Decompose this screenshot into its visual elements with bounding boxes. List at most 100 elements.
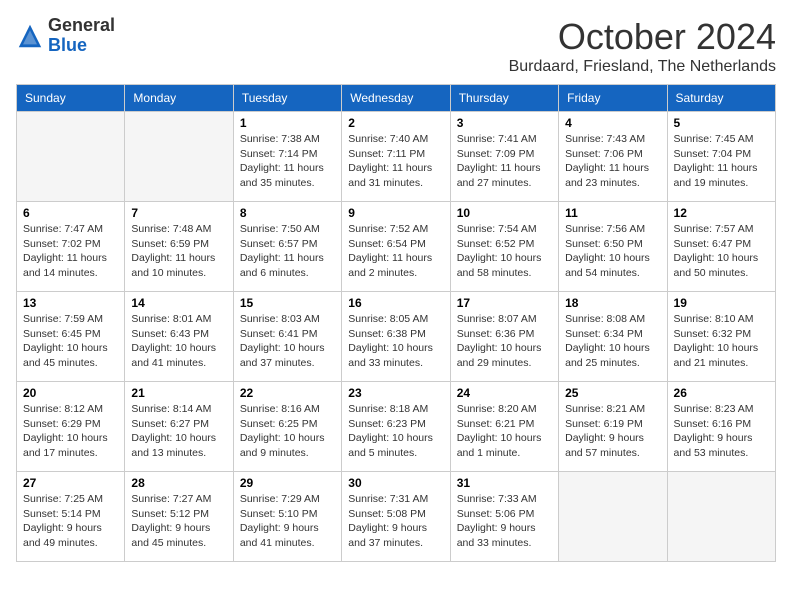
weekday-header: Thursday	[450, 85, 558, 112]
weekday-header: Wednesday	[342, 85, 450, 112]
day-info: Sunrise: 8:10 AMSunset: 6:32 PMDaylight:…	[674, 312, 769, 371]
weekday-header-row: SundayMondayTuesdayWednesdayThursdayFrid…	[17, 85, 776, 112]
calendar-day: 13Sunrise: 7:59 AMSunset: 6:45 PMDayligh…	[17, 292, 125, 382]
day-info: Sunrise: 8:20 AMSunset: 6:21 PMDaylight:…	[457, 402, 552, 461]
day-info: Sunrise: 8:05 AMSunset: 6:38 PMDaylight:…	[348, 312, 443, 371]
calendar-day: 9 Sunrise: 7:52 AMSunset: 6:54 PMDaylight…	[342, 202, 450, 292]
week-row: 27 Sunrise: 7:25 AMSunset: 5:14 PMDayligh…	[17, 472, 776, 562]
day-info: Sunrise: 8:12 AMSunset: 6:29 PMDaylight:…	[23, 402, 118, 461]
day-info: Sunrise: 7:45 AMSunset: 7:04 PMDaylight:…	[674, 132, 769, 191]
day-number: 28	[131, 476, 226, 490]
calendar-day: 8 Sunrise: 7:50 AMSunset: 6:57 PMDaylight…	[233, 202, 341, 292]
day-number: 25	[565, 386, 660, 400]
day-number: 12	[674, 206, 769, 220]
day-number: 16	[348, 296, 443, 310]
day-number: 3	[457, 116, 552, 130]
calendar-day: 28 Sunrise: 7:27 AMSunset: 5:12 PMDayligh…	[125, 472, 233, 562]
calendar-day: 2 Sunrise: 7:40 AMSunset: 7:11 PMDaylight…	[342, 112, 450, 202]
day-info: Sunrise: 8:08 AMSunset: 6:34 PMDaylight:…	[565, 312, 660, 371]
day-number: 23	[348, 386, 443, 400]
calendar-day: 16 Sunrise: 8:05 AMSunset: 6:38 PMDayligh…	[342, 292, 450, 382]
day-info: Sunrise: 7:29 AMSunset: 5:10 PMDaylight:…	[240, 492, 335, 551]
day-number: 31	[457, 476, 552, 490]
calendar-day: 21Sunrise: 8:14 AMSunset: 6:27 PMDayligh…	[125, 382, 233, 472]
month-title: October 2024	[509, 16, 776, 58]
calendar-table: SundayMondayTuesdayWednesdayThursdayFrid…	[16, 84, 776, 562]
calendar-day	[559, 472, 667, 562]
day-number: 8	[240, 206, 335, 220]
day-number: 15	[240, 296, 335, 310]
day-number: 9	[348, 206, 443, 220]
calendar-day: 25Sunrise: 8:21 AMSunset: 6:19 PMDayligh…	[559, 382, 667, 472]
calendar-day: 5 Sunrise: 7:45 AMSunset: 7:04 PMDaylight…	[667, 112, 775, 202]
day-number: 10	[457, 206, 552, 220]
calendar-day: 1 Sunrise: 7:38 AMSunset: 7:14 PMDaylight…	[233, 112, 341, 202]
location-subtitle: Burdaard, Friesland, The Netherlands	[509, 58, 776, 76]
calendar-day	[125, 112, 233, 202]
calendar-day: 27 Sunrise: 7:25 AMSunset: 5:14 PMDayligh…	[17, 472, 125, 562]
day-number: 6	[23, 206, 118, 220]
title-block: October 2024 Burdaard, Friesland, The Ne…	[509, 16, 776, 76]
logo-general-text: General	[48, 16, 115, 36]
day-info: Sunrise: 7:52 AMSunset: 6:54 PMDaylight:…	[348, 222, 443, 281]
logo-text: General Blue	[48, 16, 115, 56]
day-info: Sunrise: 8:14 AMSunset: 6:27 PMDaylight:…	[131, 402, 226, 461]
calendar-day: 4 Sunrise: 7:43 AMSunset: 7:06 PMDaylight…	[559, 112, 667, 202]
calendar-day: 3 Sunrise: 7:41 AMSunset: 7:09 PMDaylight…	[450, 112, 558, 202]
day-number: 2	[348, 116, 443, 130]
day-number: 13	[23, 296, 118, 310]
day-number: 1	[240, 116, 335, 130]
day-number: 22	[240, 386, 335, 400]
day-info: Sunrise: 7:56 AMSunset: 6:50 PMDaylight:…	[565, 222, 660, 281]
calendar-day: 7 Sunrise: 7:48 AMSunset: 6:59 PMDaylight…	[125, 202, 233, 292]
day-number: 5	[674, 116, 769, 130]
week-row: 20 Sunrise: 8:12 AMSunset: 6:29 PMDayligh…	[17, 382, 776, 472]
day-number: 20	[23, 386, 118, 400]
calendar-day: 29 Sunrise: 7:29 AMSunset: 5:10 PMDayligh…	[233, 472, 341, 562]
day-number: 4	[565, 116, 660, 130]
calendar-day: 12 Sunrise: 7:57 AMSunset: 6:47 PMDayligh…	[667, 202, 775, 292]
day-info: Sunrise: 7:25 AMSunset: 5:14 PMDaylight:…	[23, 492, 118, 551]
calendar-day: 6 Sunrise: 7:47 AMSunset: 7:02 PMDaylight…	[17, 202, 125, 292]
calendar-day: 31 Sunrise: 7:33 AMSunset: 5:06 PMDayligh…	[450, 472, 558, 562]
day-number: 7	[131, 206, 226, 220]
day-number: 30	[348, 476, 443, 490]
day-info: Sunrise: 8:03 AMSunset: 6:41 PMDaylight:…	[240, 312, 335, 371]
calendar-day: 19 Sunrise: 8:10 AMSunset: 6:32 PMDayligh…	[667, 292, 775, 382]
weekday-header: Friday	[559, 85, 667, 112]
day-info: Sunrise: 7:31 AMSunset: 5:08 PMDaylight:…	[348, 492, 443, 551]
day-info: Sunrise: 7:47 AMSunset: 7:02 PMDaylight:…	[23, 222, 118, 281]
logo-icon	[16, 22, 44, 50]
day-info: Sunrise: 7:41 AMSunset: 7:09 PMDaylight:…	[457, 132, 552, 191]
calendar-day: 24Sunrise: 8:20 AMSunset: 6:21 PMDayligh…	[450, 382, 558, 472]
day-info: Sunrise: 7:50 AMSunset: 6:57 PMDaylight:…	[240, 222, 335, 281]
calendar-day: 17 Sunrise: 8:07 AMSunset: 6:36 PMDayligh…	[450, 292, 558, 382]
day-number: 26	[674, 386, 769, 400]
day-info: Sunrise: 7:38 AMSunset: 7:14 PMDaylight:…	[240, 132, 335, 191]
weekday-header: Sunday	[17, 85, 125, 112]
day-info: Sunrise: 8:18 AMSunset: 6:23 PMDaylight:…	[348, 402, 443, 461]
week-row: 6 Sunrise: 7:47 AMSunset: 7:02 PMDaylight…	[17, 202, 776, 292]
calendar-day	[667, 472, 775, 562]
day-number: 27	[23, 476, 118, 490]
weekday-header: Monday	[125, 85, 233, 112]
day-info: Sunrise: 7:40 AMSunset: 7:11 PMDaylight:…	[348, 132, 443, 191]
calendar-day: 18Sunrise: 8:08 AMSunset: 6:34 PMDayligh…	[559, 292, 667, 382]
calendar-day: 11 Sunrise: 7:56 AMSunset: 6:50 PMDayligh…	[559, 202, 667, 292]
day-number: 11	[565, 206, 660, 220]
day-number: 29	[240, 476, 335, 490]
week-row: 1 Sunrise: 7:38 AMSunset: 7:14 PMDaylight…	[17, 112, 776, 202]
weekday-header: Tuesday	[233, 85, 341, 112]
day-number: 19	[674, 296, 769, 310]
day-info: Sunrise: 8:23 AMSunset: 6:16 PMDaylight:…	[674, 402, 769, 461]
calendar-day: 14Sunrise: 8:01 AMSunset: 6:43 PMDayligh…	[125, 292, 233, 382]
day-info: Sunrise: 7:27 AMSunset: 5:12 PMDaylight:…	[131, 492, 226, 551]
day-info: Sunrise: 8:01 AMSunset: 6:43 PMDaylight:…	[131, 312, 226, 371]
day-number: 17	[457, 296, 552, 310]
logo-blue-text: Blue	[48, 36, 115, 56]
day-info: Sunrise: 7:33 AMSunset: 5:06 PMDaylight:…	[457, 492, 552, 551]
day-info: Sunrise: 7:48 AMSunset: 6:59 PMDaylight:…	[131, 222, 226, 281]
day-info: Sunrise: 7:43 AMSunset: 7:06 PMDaylight:…	[565, 132, 660, 191]
day-info: Sunrise: 8:07 AMSunset: 6:36 PMDaylight:…	[457, 312, 552, 371]
day-info: Sunrise: 7:57 AMSunset: 6:47 PMDaylight:…	[674, 222, 769, 281]
